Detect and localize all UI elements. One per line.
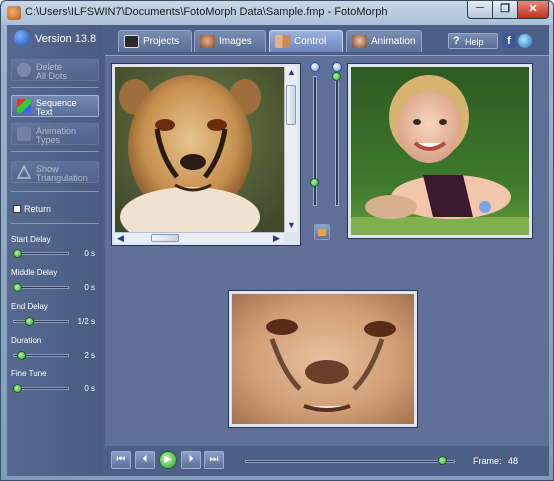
scroll-right-icon[interactable]: ▶ — [273, 234, 280, 243]
end-delay-knob[interactable] — [25, 317, 34, 326]
tab-animation-label: Animation — [371, 36, 416, 47]
minimize-button[interactable]: ─ — [467, 1, 493, 19]
delete-all-dots-label: Delete All Dots — [36, 62, 68, 81]
triangle-icon — [16, 164, 32, 179]
return-label: Return — [24, 204, 52, 214]
scroll-down-icon[interactable]: ▼ — [287, 221, 296, 230]
source-zoom-knob[interactable] — [310, 178, 319, 187]
source-image-panel: ▲ ▼ ◀ ▶ — [111, 63, 301, 246]
last-frame-button[interactable]: ⏭ — [204, 451, 224, 469]
start-delay-label: Start Delay — [11, 235, 51, 244]
divider — [11, 191, 99, 192]
images-icon — [200, 35, 215, 48]
middle-delay-knob[interactable] — [13, 283, 22, 292]
facebook-icon[interactable]: f — [502, 34, 516, 48]
duration-label: Duration — [11, 336, 42, 345]
globe-icon[interactable] — [518, 34, 532, 48]
end-delay-slider[interactable] — [13, 320, 69, 323]
dots-icon — [17, 63, 31, 77]
workspace: ▲ ▼ ◀ ▶ — [105, 55, 549, 446]
tab-control[interactable]: Control — [269, 30, 343, 52]
title-bar[interactable]: C:\Users\ILFSWIN7\Documents\FotoMorph Da… — [1, 1, 553, 25]
start-delay-knob[interactable] — [13, 249, 22, 258]
window-title: C:\Users\ILFSWIN7\Documents\FotoMorph Da… — [25, 6, 388, 18]
vertical-scroll-thumb[interactable] — [286, 85, 296, 125]
duration-knob[interactable] — [17, 351, 26, 360]
duration-value: 2 s — [84, 351, 95, 360]
fine-tune-knob[interactable] — [13, 384, 22, 393]
minimize-icon: ─ — [476, 2, 484, 14]
start-delay-value: 0 s — [84, 249, 95, 258]
previous-frame-button[interactable]: ⏴ — [135, 451, 155, 469]
sequence-text-label: Sequence Text — [36, 98, 77, 117]
divider — [11, 87, 99, 88]
target-zoom-slider[interactable] — [335, 76, 339, 206]
lock-zoom-button[interactable] — [314, 224, 330, 240]
show-triangulation-label: Show Triangulation — [36, 164, 88, 183]
help-button[interactable]: ? Help — [448, 33, 498, 49]
tab-projects-label: Projects — [143, 36, 180, 47]
play-button[interactable]: ▶ — [159, 451, 177, 469]
help-icon: ? — [453, 35, 460, 47]
maximize-icon: ❐ — [500, 3, 510, 15]
fine-tune-label: Fine Tune — [11, 369, 47, 378]
middle-delay-label: Middle Delay — [11, 268, 58, 277]
tab-control-label: Control — [294, 36, 327, 47]
horizontal-scroll-thumb[interactable] — [151, 234, 179, 242]
animation-types-button[interactable]: Animation Types — [11, 123, 99, 145]
scroll-left-icon[interactable]: ◀ — [117, 234, 124, 243]
sequence-text-button[interactable]: Sequence Text — [11, 95, 99, 117]
client-area: Version 13.8 Delete All Dots Sequence Te… — [7, 25, 549, 476]
abc-icon — [17, 99, 31, 113]
frame-label: Frame: — [473, 456, 502, 466]
animation-types-label: Animation Types — [36, 126, 77, 145]
middle-delay-value: 0 s — [84, 283, 95, 292]
fotomorph-logo-icon — [14, 30, 30, 46]
frame-slider-knob[interactable] — [437, 456, 447, 465]
playback-toolbar: ⏮ ⏴ ▶ ⏵ ⏭ Frame: 48 — [103, 446, 549, 476]
tab-images-label: Images — [219, 36, 252, 47]
end-delay-value: 1/2 s — [77, 317, 95, 326]
version-label: Version 13.8 — [35, 33, 97, 45]
zoom-out-icon[interactable] — [332, 62, 342, 72]
end-delay-label: End Delay — [11, 302, 48, 311]
target-image-girl[interactable] — [351, 67, 529, 235]
animation-icon — [352, 35, 367, 48]
divider — [11, 151, 99, 152]
projects-icon — [124, 35, 139, 48]
frame-value: 48 — [508, 456, 519, 466]
left-panel: Version 13.8 Delete All Dots Sequence Te… — [7, 25, 103, 476]
target-image-panel — [347, 63, 533, 239]
morph-preview-image — [232, 294, 414, 424]
source-horizontal-scrollbar[interactable]: ◀ ▶ — [115, 232, 284, 243]
control-icon — [275, 35, 290, 48]
scroll-up-icon[interactable]: ▲ — [287, 68, 296, 77]
target-zoom-knob[interactable] — [332, 72, 341, 81]
maximize-button[interactable]: ❐ — [492, 1, 518, 19]
close-button[interactable]: ✕ — [517, 1, 549, 19]
source-image-cheetah[interactable] — [115, 67, 284, 232]
tab-images[interactable]: Images — [194, 30, 266, 52]
fine-tune-value: 0 s — [84, 384, 95, 393]
tab-animation[interactable]: Animation — [346, 30, 422, 52]
app-window: C:\Users\ILFSWIN7\Documents\FotoMorph Da… — [0, 0, 554, 481]
next-frame-button[interactable]: ⏵ — [181, 451, 201, 469]
app-icon — [7, 6, 21, 20]
show-triangulation-button[interactable]: Show Triangulation — [11, 161, 99, 183]
morph-preview-panel — [228, 290, 418, 428]
help-label: Help — [465, 37, 484, 47]
return-checkbox[interactable] — [13, 205, 21, 213]
lock-icon — [318, 229, 326, 236]
tab-projects[interactable]: Projects — [118, 30, 192, 52]
close-icon: ✕ — [528, 3, 538, 15]
zoom-in-icon[interactable] — [310, 62, 320, 72]
animation-types-icon — [17, 127, 31, 141]
source-vertical-scrollbar[interactable]: ▲ ▼ — [284, 67, 297, 232]
delete-all-dots-button[interactable]: Delete All Dots — [11, 59, 99, 81]
frame-slider[interactable] — [245, 460, 455, 463]
first-frame-button[interactable]: ⏮ — [111, 451, 131, 469]
divider — [11, 223, 99, 224]
